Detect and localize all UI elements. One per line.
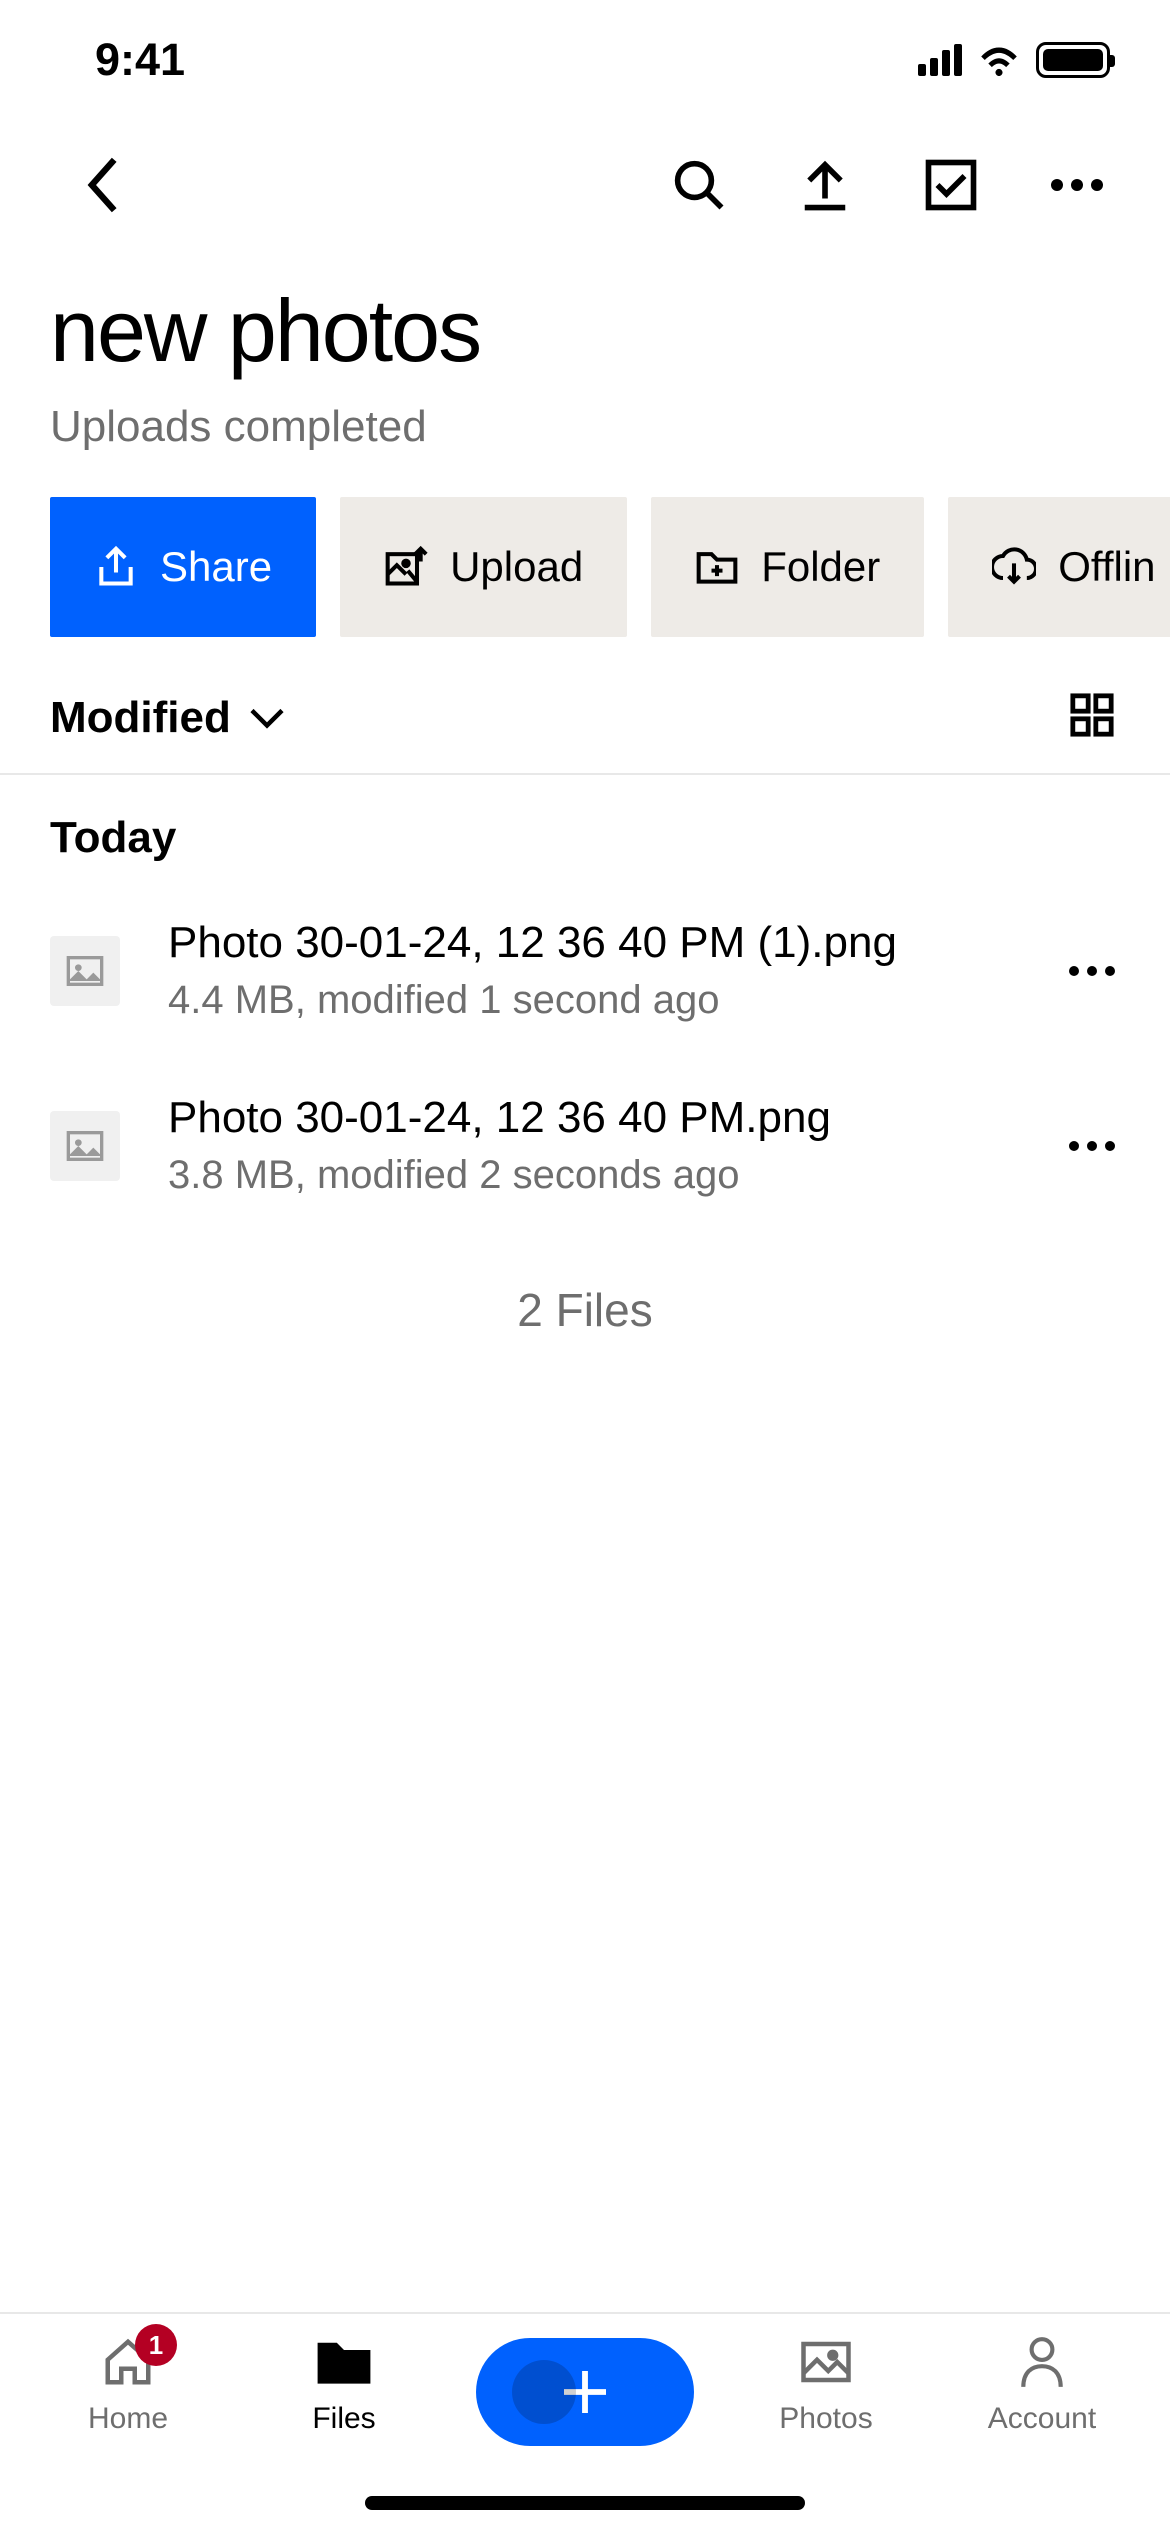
tab-files[interactable]: Files	[259, 2334, 429, 2436]
sort-view-row: Modified	[0, 652, 1170, 773]
file-meta: 4.4 MB, modified 1 second ago	[168, 978, 1054, 1023]
folder-plus-icon	[695, 545, 739, 589]
plus-icon	[557, 2364, 613, 2420]
sort-label: Modified	[50, 693, 231, 743]
battery-icon	[1036, 42, 1110, 78]
image-icon	[65, 1126, 105, 1166]
upload-status: Uploads completed	[50, 402, 1120, 452]
sort-button[interactable]: Modified	[50, 693, 285, 743]
file-name: Photo 30-01-24, 12 36 40 PM (1).png	[168, 918, 1054, 968]
nav-header	[0, 120, 1170, 250]
back-button[interactable]	[75, 157, 131, 213]
more-button[interactable]	[1049, 157, 1105, 213]
home-indicator[interactable]	[365, 2496, 805, 2510]
file-more-button[interactable]	[1064, 1118, 1120, 1174]
tab-home[interactable]: Home 1	[43, 2334, 213, 2436]
file-info: Photo 30-01-24, 12 36 40 PM (1).png 4.4 …	[168, 918, 1054, 1023]
chevron-left-icon	[84, 157, 122, 213]
wifi-icon	[977, 44, 1021, 76]
upload-icon	[798, 158, 852, 212]
image-icon	[65, 951, 105, 991]
share-icon	[94, 545, 138, 589]
file-item[interactable]: Photo 30-01-24, 12 36 40 PM.png 3.8 MB, …	[50, 1058, 1120, 1233]
offline-label: Offlin	[1058, 543, 1155, 591]
file-thumbnail	[50, 936, 120, 1006]
tab-label: Home	[88, 2402, 168, 2436]
folder-icon	[315, 2338, 373, 2386]
folder-title: new photos	[50, 280, 1120, 382]
view-toggle-button[interactable]	[1069, 692, 1115, 743]
section-header: Today	[50, 805, 1120, 883]
file-count: 2 Files	[50, 1233, 1120, 1387]
folder-label: Folder	[761, 543, 880, 591]
upload-label: Upload	[450, 543, 583, 591]
grid-icon	[1069, 692, 1115, 738]
ellipsis-icon	[1049, 175, 1105, 195]
tab-label: Photos	[779, 2402, 872, 2436]
checkbox-icon	[924, 158, 978, 212]
account-icon	[1017, 2335, 1067, 2389]
cellular-icon	[918, 44, 962, 76]
image-upload-icon	[384, 545, 428, 589]
title-section: new photos Uploads completed	[0, 250, 1170, 482]
search-button[interactable]	[671, 157, 727, 213]
share-label: Share	[160, 543, 272, 591]
action-upload-button[interactable]: Upload	[340, 497, 627, 637]
status-time: 9:41	[95, 34, 185, 86]
file-meta: 3.8 MB, modified 2 seconds ago	[168, 1153, 1054, 1198]
status-icons	[918, 42, 1110, 78]
ellipsis-icon	[1068, 1139, 1116, 1153]
ellipsis-icon	[1068, 964, 1116, 978]
cloud-download-icon	[992, 545, 1036, 589]
photos-icon	[799, 2335, 853, 2389]
action-row: Share Upload Folder Offlin	[0, 482, 1170, 652]
offline-button[interactable]: Offlin	[948, 497, 1170, 637]
tab-bar: Home 1 Files Photos	[0, 2312, 1170, 2532]
tab-photos[interactable]: Photos	[741, 2334, 911, 2436]
tab-account[interactable]: Account	[957, 2334, 1127, 2436]
search-icon	[672, 158, 726, 212]
folder-button[interactable]: Folder	[651, 497, 924, 637]
file-name: Photo 30-01-24, 12 36 40 PM.png	[168, 1093, 1054, 1143]
upload-button[interactable]	[797, 157, 853, 213]
file-item[interactable]: Photo 30-01-24, 12 36 40 PM (1).png 4.4 …	[50, 883, 1120, 1058]
status-bar: 9:41	[0, 0, 1170, 120]
file-thumbnail	[50, 1111, 120, 1181]
tab-label: Files	[312, 2402, 375, 2436]
fab-button[interactable]	[476, 2338, 694, 2446]
tab-add[interactable]	[475, 2334, 695, 2446]
home-badge: 1	[135, 2324, 177, 2366]
file-more-button[interactable]	[1064, 943, 1120, 999]
chevron-down-icon	[249, 707, 285, 729]
file-info: Photo 30-01-24, 12 36 40 PM.png 3.8 MB, …	[168, 1093, 1054, 1198]
files-section: Today Photo 30-01-24, 12 36 40 PM (1).pn…	[0, 775, 1170, 1417]
share-button[interactable]: Share	[50, 497, 316, 637]
select-button[interactable]	[923, 157, 979, 213]
tab-label: Account	[988, 2402, 1096, 2436]
